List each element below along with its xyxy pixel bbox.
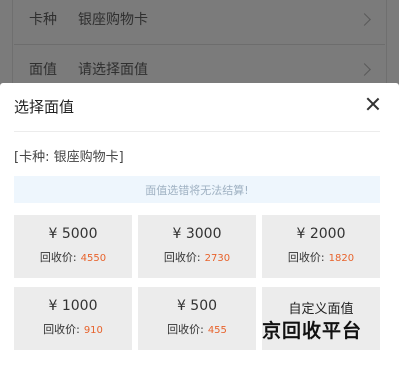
recycle-label: 回收价: xyxy=(167,323,204,336)
watermark-text: 京回收平台 xyxy=(262,320,363,342)
option-recycle-price: 回收价: 4550 xyxy=(14,249,132,265)
denomination-placeholder: 请选择面值 xyxy=(78,62,148,78)
card-type-info: [卡种: 银座购物卡] xyxy=(14,150,124,165)
card-type-value: 银座购物卡 xyxy=(78,12,148,28)
form-divider xyxy=(14,44,385,45)
warning-notice: 面值选错将无法结算! xyxy=(14,176,380,203)
option-amount: ¥ 5000 xyxy=(48,226,98,242)
custom-denomination-label: 自定义面值 xyxy=(288,302,354,317)
close-icon[interactable] xyxy=(365,96,381,112)
option-amount: ¥ 1000 xyxy=(48,298,98,314)
denomination-option-500[interactable]: ¥ 500 回收价: 455 xyxy=(138,287,256,350)
denomination-option-5000[interactable]: ¥ 5000 回收价: 4550 xyxy=(14,215,132,278)
recycle-label: 回收价: xyxy=(43,323,80,336)
recycle-label: 回收价: xyxy=(39,251,77,264)
card-type-row[interactable]: 卡种 银座购物卡 xyxy=(0,0,399,42)
card-type-label: 卡种 xyxy=(29,12,57,28)
option-recycle-price: 回收价: 1820 xyxy=(262,249,380,265)
recycle-label: 回收价: xyxy=(163,251,201,264)
modal-divider xyxy=(14,131,380,132)
option-recycle-price: 回收价: 2730 xyxy=(138,249,256,265)
recycle-price-value: 4550 xyxy=(80,253,107,264)
recycle-price-value: 910 xyxy=(83,325,103,336)
option-amount: ¥ 2000 xyxy=(296,226,346,242)
option-amount: ¥ 3000 xyxy=(172,226,222,242)
recycle-label: 回收价: xyxy=(287,251,325,264)
option-recycle-price: 回收价: 455 xyxy=(138,321,256,337)
modal-title: 选择面值 xyxy=(14,98,75,116)
chevron-right-icon xyxy=(358,62,371,76)
denomination-label: 面值 xyxy=(29,62,57,78)
denomination-option-1000[interactable]: ¥ 1000 回收价: 910 xyxy=(14,287,132,350)
option-recycle-price: 回收价: 910 xyxy=(14,321,132,337)
recycle-price-value: 2730 xyxy=(204,253,231,264)
denomination-option-2000[interactable]: ¥ 2000 回收价: 1820 xyxy=(262,215,380,278)
option-amount: ¥ 500 xyxy=(176,298,218,314)
denomination-option-3000[interactable]: ¥ 3000 回收价: 2730 xyxy=(138,215,256,278)
recycle-price-value: 1820 xyxy=(328,253,355,264)
chevron-right-icon xyxy=(358,12,371,26)
recycle-price-value: 455 xyxy=(207,325,227,336)
